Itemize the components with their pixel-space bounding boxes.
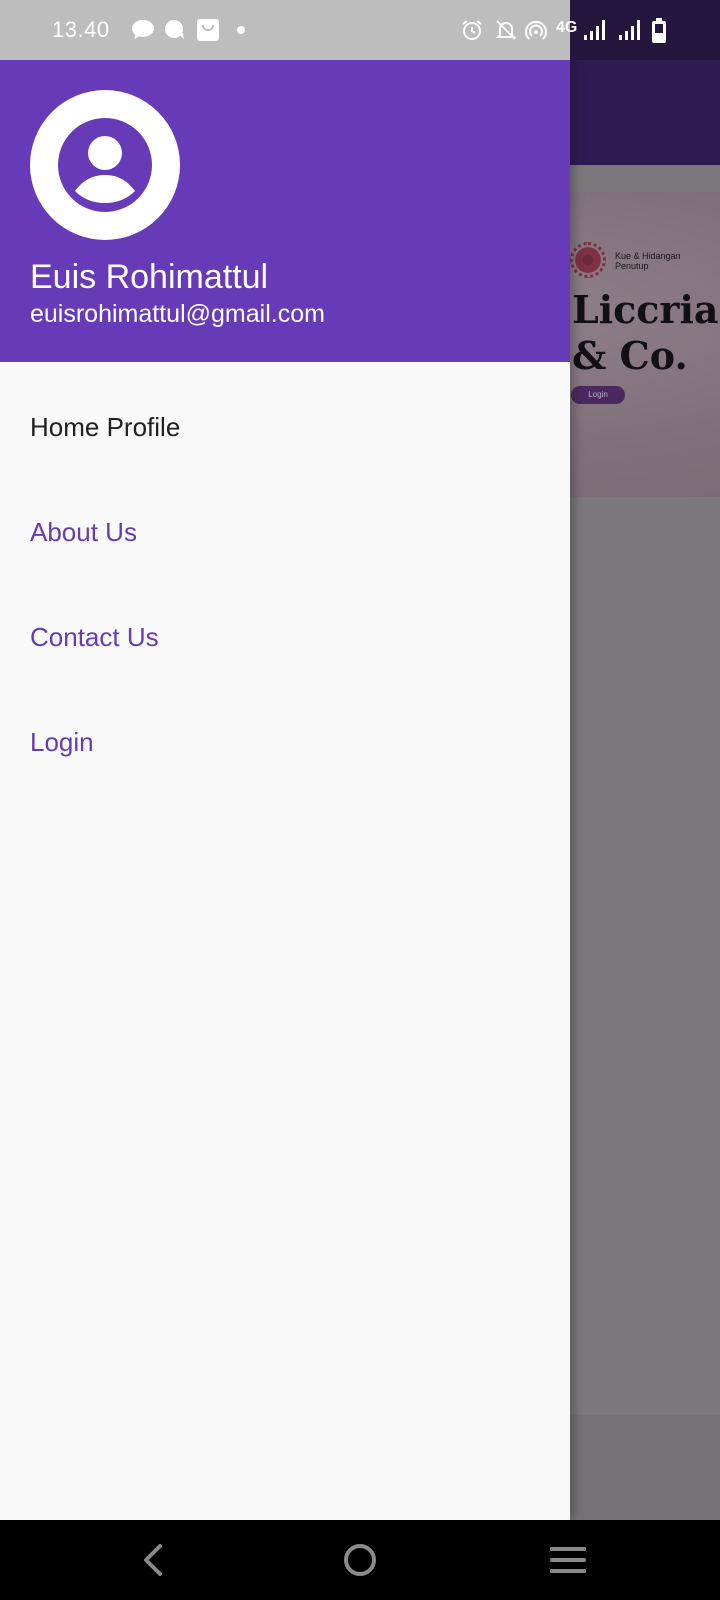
brand-logo-icon (570, 242, 606, 278)
menu-item-label: Home Profile (30, 412, 181, 442)
signal-icon (619, 20, 640, 40)
menu-item-contact-us[interactable]: Contact Us (0, 590, 570, 690)
bell-off-icon (495, 20, 517, 40)
account-circle-icon (58, 118, 152, 212)
alarm-icon (462, 20, 482, 40)
menu-item-login[interactable]: Login (0, 695, 570, 795)
system-navigation-bar (0, 1520, 720, 1600)
message-icon (165, 20, 184, 39)
navigation-drawer: Euis Rohimattul euisrohimattul@gmail.com… (0, 60, 570, 1520)
brand-tagline: Kue & Hidangan Penutup (615, 251, 705, 271)
user-name: Euis Rohimattul (30, 258, 269, 296)
hotspot-icon (525, 20, 547, 40)
menu-item-about-us[interactable]: About Us (0, 485, 570, 585)
back-icon[interactable] (134, 1540, 174, 1580)
drawer-header: Euis Rohimattul euisrohimattul@gmail.com (0, 60, 570, 362)
menu-item-label: Login (30, 727, 94, 757)
home-icon[interactable] (340, 1540, 380, 1580)
signal-icon (584, 20, 605, 40)
avatar[interactable] (30, 90, 180, 240)
user-email: euisrohimattul@gmail.com (30, 300, 325, 328)
brand-name: Liccria & Co. (572, 287, 719, 379)
battery-icon (652, 18, 666, 43)
brand-tagline-line2: Penutup (615, 261, 649, 271)
network-type: 4G (556, 19, 578, 36)
status-time: 13.40 (52, 17, 110, 42)
background-login-button: Login (571, 386, 625, 404)
brand-tagline-line1: Kue & Hidangan (615, 251, 681, 261)
menu-item-label: About Us (30, 517, 137, 547)
brand-name-line1: Liccria (572, 287, 719, 332)
menu-item-label: Contact Us (30, 622, 159, 652)
dot-icon (237, 26, 245, 34)
status-bar: 13.40 (0, 0, 570, 60)
shopping-bag-icon (197, 19, 219, 41)
chat-bubble-icon (132, 20, 154, 39)
menu-item-home-profile[interactable]: Home Profile (0, 380, 570, 480)
brand-name-line2: & Co. (572, 333, 688, 378)
recents-icon[interactable] (548, 1540, 588, 1580)
